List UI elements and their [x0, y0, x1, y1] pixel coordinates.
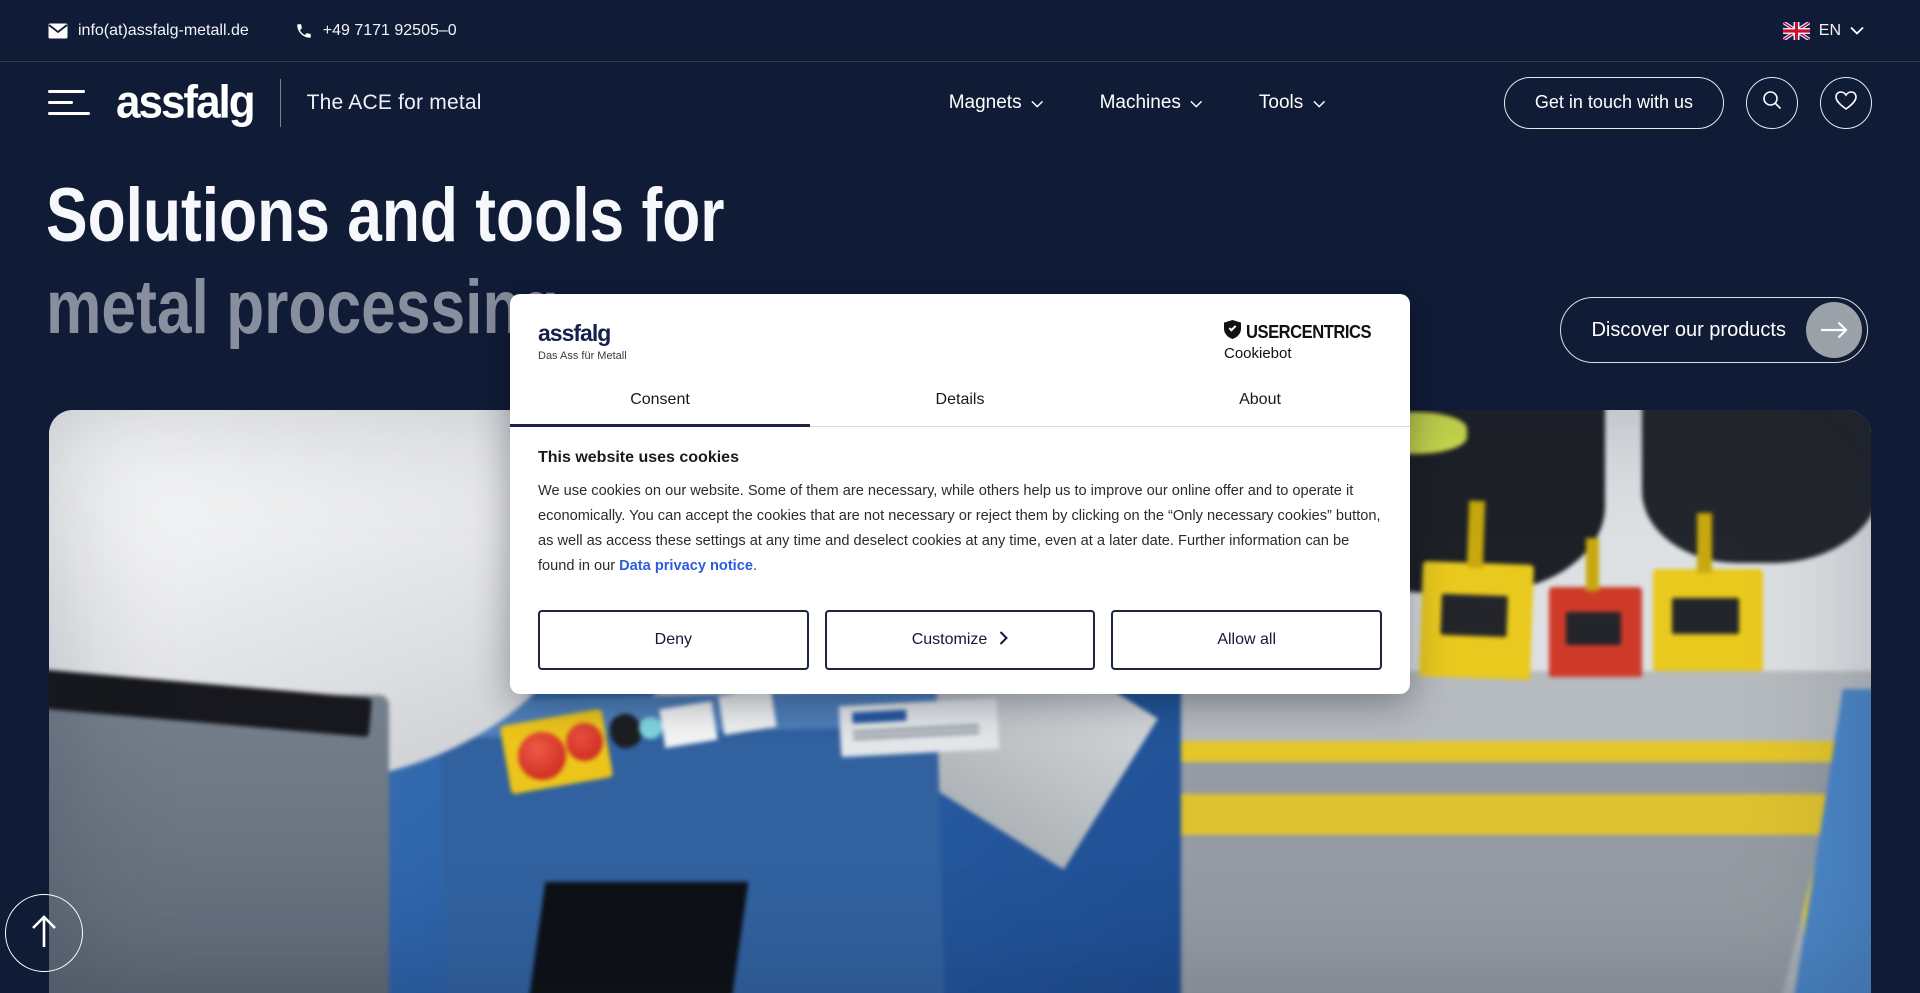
nav-label: Magnets — [949, 92, 1022, 114]
deny-button[interactable]: Deny — [538, 610, 809, 670]
email-contact[interactable]: info(at)assfalg-metall.de — [48, 22, 249, 40]
email-text: info(at)assfalg-metall.de — [78, 22, 249, 40]
customize-button[interactable]: Customize — [825, 610, 1096, 670]
phone-contact[interactable]: +49 7171 92505–0 — [295, 22, 457, 40]
allow-all-button[interactable]: Allow all — [1111, 610, 1382, 670]
arrow-up-icon — [29, 915, 59, 952]
nav-item-tools[interactable]: Tools — [1259, 92, 1325, 114]
heart-icon — [1834, 90, 1858, 116]
dialog-buttons: Deny Customize Allow all — [538, 610, 1382, 670]
phone-text: +49 7171 92505–0 — [323, 22, 457, 40]
cookie-consent-dialog: assfalg Das Ass für Metall USERCENTRICS … — [510, 294, 1410, 694]
customize-label: Customize — [912, 631, 988, 649]
main-nav: Magnets Machines Tools — [949, 92, 1326, 114]
dialog-tabs: Consent Details About — [510, 376, 1410, 427]
chevron-down-icon — [1312, 92, 1325, 114]
logo-divider — [280, 79, 281, 127]
dialog-text: We use cookies on our website. Some of t… — [538, 479, 1382, 579]
header-actions: Get in touch with us — [1504, 77, 1872, 129]
vendor-logo: USERCENTRICS Cookiebot — [1224, 320, 1382, 362]
dialog-brand-tagline: Das Ass für Metall — [538, 350, 627, 362]
language-label: EN — [1819, 22, 1841, 40]
tab-details[interactable]: Details — [810, 376, 1110, 426]
discover-products-button[interactable]: Discover our products — [1560, 297, 1868, 363]
vendor-product: Cookiebot — [1224, 345, 1382, 362]
discover-label: Discover our products — [1591, 319, 1786, 342]
page: info(at)assfalg-metall.de +49 7171 92505… — [0, 0, 1920, 993]
chevron-down-icon — [1850, 26, 1864, 35]
chevron-down-icon — [1031, 92, 1044, 114]
site-logo[interactable]: assfalg — [116, 76, 254, 129]
hero-title-line1: Solutions and tools for — [46, 170, 725, 262]
dialog-body: This website uses cookies We use cookies… — [510, 427, 1410, 579]
data-privacy-link[interactable]: Data privacy notice — [619, 558, 753, 574]
menu-icon[interactable] — [48, 90, 92, 115]
chevron-down-icon — [1190, 92, 1203, 114]
tab-consent[interactable]: Consent — [510, 376, 810, 426]
dialog-brand-name: assfalg — [538, 320, 627, 347]
arrow-right-icon — [1806, 302, 1862, 358]
dialog-header: assfalg Das Ass für Metall USERCENTRICS … — [510, 294, 1410, 376]
scroll-to-top-button[interactable] — [5, 894, 83, 972]
search-icon — [1761, 89, 1783, 116]
search-button[interactable] — [1746, 77, 1798, 129]
vendor-name: USERCENTRICS — [1246, 322, 1371, 343]
top-bar: info(at)assfalg-metall.de +49 7171 92505… — [0, 0, 1920, 62]
mail-icon — [48, 23, 68, 39]
chevron-right-icon — [999, 631, 1008, 650]
shield-check-icon — [1224, 320, 1241, 344]
dialog-heading: This website uses cookies — [538, 449, 1382, 467]
header: assfalg The ACE for metal Magnets Machin… — [0, 62, 1920, 143]
nav-label: Tools — [1259, 92, 1303, 114]
nav-label: Machines — [1100, 92, 1181, 114]
nav-item-machines[interactable]: Machines — [1100, 92, 1203, 114]
language-selector[interactable]: EN — [1783, 22, 1864, 40]
dialog-brand-logo: assfalg Das Ass für Metall — [538, 320, 627, 362]
favorites-button[interactable] — [1820, 77, 1872, 129]
uk-flag-icon — [1783, 22, 1810, 40]
get-in-touch-button[interactable]: Get in touch with us — [1504, 77, 1724, 129]
brand-tagline: The ACE for metal — [307, 91, 482, 115]
tab-about[interactable]: About — [1110, 376, 1410, 426]
nav-item-magnets[interactable]: Magnets — [949, 92, 1044, 114]
dialog-text-suffix: . — [753, 558, 757, 574]
phone-icon — [295, 22, 313, 40]
